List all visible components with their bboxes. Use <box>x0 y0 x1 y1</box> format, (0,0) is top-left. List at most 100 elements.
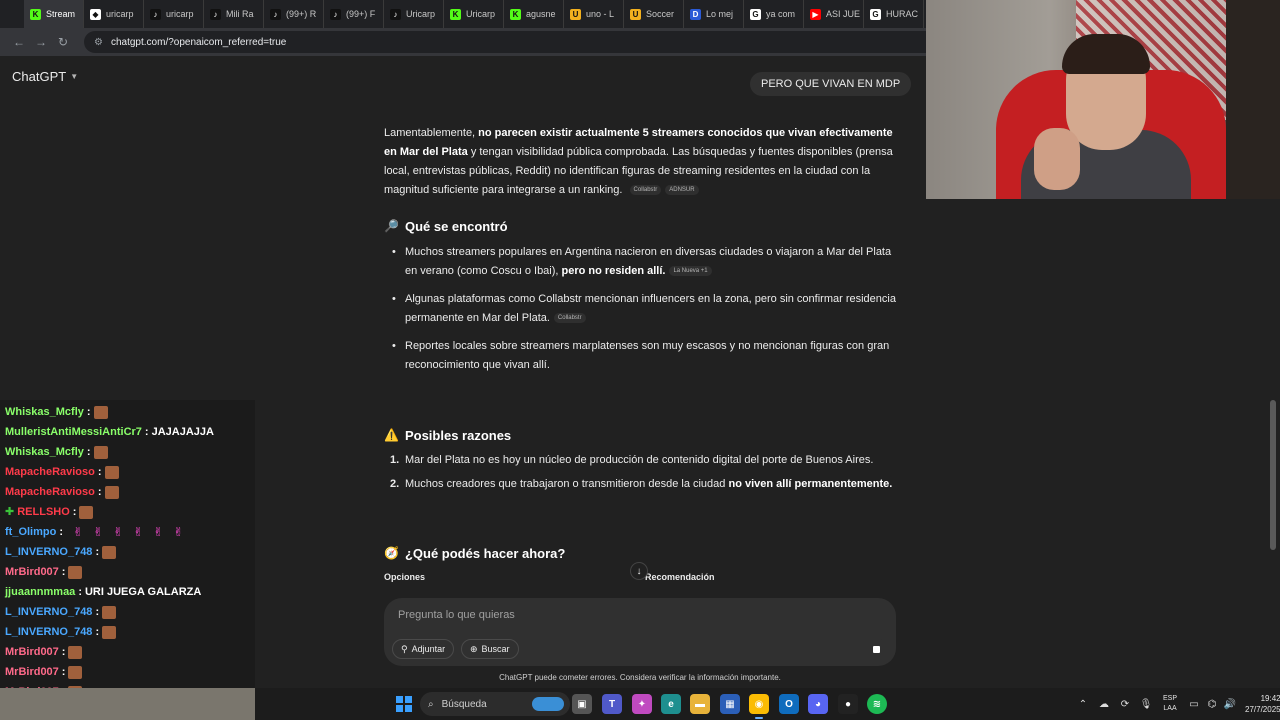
webcam-person-hand <box>1034 128 1080 190</box>
disclaimer: ChatGPT puede cometer errores. Considera… <box>499 673 781 682</box>
emote-icon <box>104 465 119 479</box>
tab-title: Mili Ra <box>226 9 254 19</box>
chevron-down-icon: ▼ <box>70 72 79 81</box>
section-heading: ⚠️ Posibles razones <box>384 426 896 445</box>
input-language[interactable]: ESP LAA <box>1163 694 1177 714</box>
chat-message: MrBird007 : <box>5 563 83 581</box>
spotify-icon[interactable]: ≋ <box>867 694 887 714</box>
browser-tab[interactable]: Kagusne <box>504 0 564 28</box>
search-button[interactable]: ⊕ Buscar <box>461 639 519 659</box>
browser-tab[interactable]: ♪ (99+) F <box>324 0 384 28</box>
attach-button[interactable]: ⚲ Adjuntar <box>392 639 455 659</box>
tab-favicon-icon: D <box>690 8 701 20</box>
reload-button[interactable]: ↻ <box>52 31 74 53</box>
chat-username: RELLSHO <box>17 506 70 518</box>
emote-icon <box>102 605 117 619</box>
pink-emote-icon: ✌ <box>93 525 104 539</box>
copilot-icon[interactable]: ✦ <box>632 694 652 714</box>
chat-message: Whiskas_Mcfly : <box>5 403 108 421</box>
globe-icon: ⊕ <box>470 644 478 654</box>
scroll-down-button[interactable]: ↓ <box>630 562 648 580</box>
model-selector[interactable]: ChatGPT ▼ <box>12 69 78 84</box>
chevron-up-icon[interactable]: ⌃ <box>1076 699 1090 710</box>
chat-message: MapacheRavioso : <box>5 483 119 501</box>
browser-tab[interactable]: ♪ Mili Ra <box>204 0 264 28</box>
back-button[interactable]: ← <box>8 31 30 53</box>
clock[interactable]: 19:42 27/7/2025 <box>1245 693 1280 715</box>
browser-tab[interactable]: K Uricarp <box>444 0 504 28</box>
emote-icon <box>93 445 108 459</box>
browser-tab[interactable]: ▶ ASI JUE <box>804 0 864 28</box>
discord-icon[interactable]: ◕ <box>808 694 828 714</box>
chat-separator: : <box>97 466 102 478</box>
file-explorer-icon[interactable]: ▬ <box>690 694 710 714</box>
page-scrollbar[interactable] <box>1270 400 1276 550</box>
chat-separator: : <box>86 446 91 458</box>
prompt-input[interactable]: Pregunta lo que quieras <box>398 609 515 621</box>
browser-tab[interactable]: G HURAC <box>864 0 924 28</box>
site-info-icon[interactable]: ⚙ <box>94 37 103 48</box>
network-icon[interactable]: ⌬ <box>1205 699 1219 710</box>
chat-separator: : <box>78 586 82 598</box>
webcam-overlay <box>926 0 1280 199</box>
browser-tab[interactable]: ♪ (99+) R <box>264 0 324 28</box>
citation-chip[interactable]: Collabstr <box>553 313 586 324</box>
search-icon: ⌕ <box>428 698 434 710</box>
section-heading: 🧭 ¿Qué podés hacer ahora? <box>384 544 896 563</box>
browser-tab[interactable]: ♪ uricarp <box>144 0 204 28</box>
tab-favicon-icon: K <box>450 8 461 20</box>
browser-tab[interactable]: ♪ Uricarp <box>384 0 444 28</box>
reasons-list: 1. Mar del Plata no es hoy un núcleo de p… <box>390 451 896 494</box>
tab-favicon-icon: ♪ <box>150 8 161 20</box>
tab-title: (99+) R <box>286 9 317 19</box>
volume-icon[interactable]: 🔊 <box>1223 699 1237 710</box>
message-composer[interactable]: Pregunta lo que quieras ⚲ Adjuntar ⊕ Bus… <box>384 598 896 666</box>
sync-icon[interactable]: ⟳ <box>1118 699 1132 710</box>
microphone-icon[interactable]: 🎙 <box>1139 699 1153 710</box>
browser-tab[interactable]: Gya com <box>744 0 804 28</box>
browser-tab[interactable]: Uuno - L <box>564 0 624 28</box>
tab-title: Stream <box>46 9 76 19</box>
browser-tab[interactable]: U Soccer <box>624 0 684 28</box>
citation-chip[interactable]: Collabstr <box>629 185 662 196</box>
chat-separator: : <box>86 406 91 418</box>
compass-icon: 🧭 <box>384 546 399 560</box>
section-title: Posibles razones <box>404 428 512 443</box>
tab-favicon-icon: U <box>570 8 581 20</box>
stop-generating-button[interactable] <box>865 638 887 660</box>
address-bar[interactable]: ⚙ chatgpt.com/?openaicom_referred=true <box>84 31 984 53</box>
edge-icon[interactable]: e <box>661 694 681 714</box>
chat-text: JAJAJAJJA <box>151 426 214 438</box>
tab-favicon-icon: G <box>870 8 881 20</box>
emote-icon <box>104 485 119 499</box>
windows-start-icon[interactable] <box>396 696 412 712</box>
chrome-icon[interactable]: ◉ <box>749 694 769 719</box>
cloud-icon[interactable]: ☁ <box>1097 699 1111 710</box>
chat-username: ft_Olimpo <box>5 526 57 538</box>
browser-tab[interactable]: ◆ uricarp <box>84 0 144 28</box>
citation-chip[interactable]: ADNSUR <box>665 185 699 196</box>
app-icon[interactable]: ● <box>838 694 858 714</box>
teams-icon[interactable]: T <box>602 694 622 714</box>
brand-label: ChatGPT <box>12 69 67 84</box>
display-icon[interactable]: ▭ <box>1187 699 1201 710</box>
tab-favicon-icon: U <box>630 8 641 20</box>
browser-tab[interactable]: D Lo mej <box>684 0 744 28</box>
section-title: ¿Qué podés hacer ahora? <box>404 546 566 561</box>
citation-chip[interactable]: La Nueva +1 <box>669 266 712 277</box>
chat-username: MapacheRavioso <box>5 486 95 498</box>
search-label: Buscar <box>481 644 510 654</box>
tab-title: uno - L <box>586 9 615 19</box>
section-title: Qué se encontró <box>404 219 508 234</box>
browser-tab[interactable]: K Stream <box>24 0 84 28</box>
attach-label: Adjuntar <box>411 644 446 654</box>
outlook-icon[interactable]: O <box>779 694 799 714</box>
forward-button[interactable]: → <box>30 31 52 53</box>
store-icon[interactable]: ▦ <box>720 694 740 714</box>
tab-favicon-icon: ♪ <box>210 8 221 20</box>
task-view-icon[interactable]: ▣ <box>572 694 592 714</box>
taskbar-search[interactable]: ⌕ Búsqueda <box>420 692 570 716</box>
tab-favicon-icon: ♪ <box>270 8 281 20</box>
chat-message: MulleristAntiMessiAntiCr7 : JAJAJAJJA <box>5 423 214 441</box>
warning-icon: ⚠️ <box>384 428 399 442</box>
